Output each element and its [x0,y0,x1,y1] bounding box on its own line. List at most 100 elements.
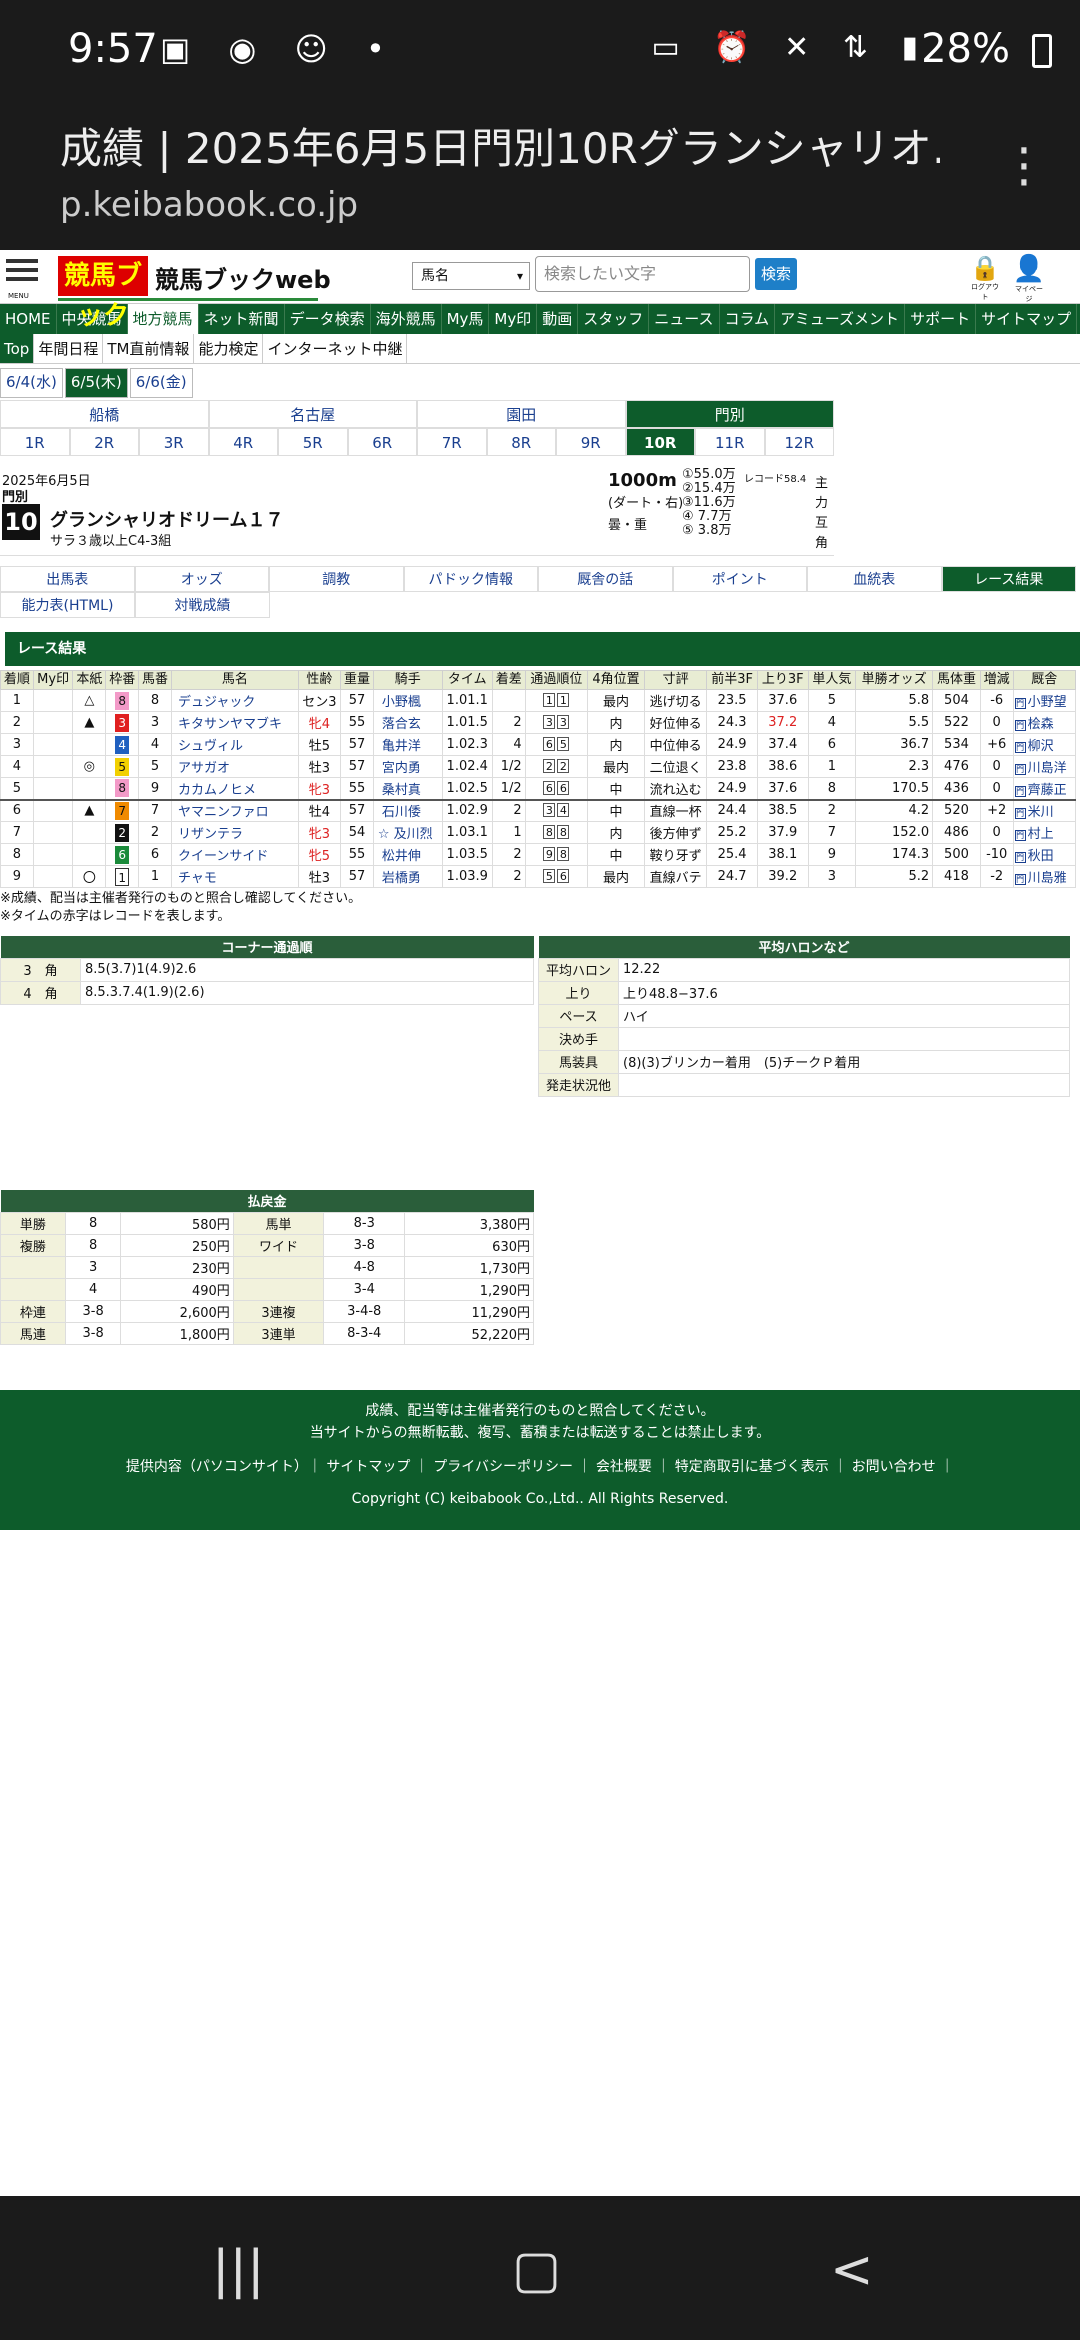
track-tab-2[interactable]: 園田 [417,400,626,428]
subnav-item-2[interactable]: TM直前情報 [103,334,195,363]
jockey-name[interactable]: 石川倭 [378,805,421,820]
footer-links[interactable]: 提供内容（パソコンサイト）｜ サイトマップ ｜ プライバシーポリシー ｜ 会社概… [0,1456,1080,1478]
trainer-name[interactable]: 齊藤正 [1028,783,1067,798]
trainer-name[interactable]: 村上 [1028,827,1054,842]
table-row[interactable]: 4 ◎ 5 5 アサガオ 牡3 57 宮内勇 1.02.4 1/2 2 2 最内 二位退く 23.8 38.6… [0,755,1077,778]
day-tab-0[interactable]: 6/4(水) [0,368,63,398]
nav-item-8[interactable]: 動画 [537,304,579,334]
subnav-item-1[interactable]: 年間日程 [34,334,104,363]
nav-item-0[interactable]: HOME [0,304,57,334]
nav-item-6[interactable]: My馬 [442,304,490,334]
race-menu-tab-2[interactable]: 調教 [269,566,404,592]
race-menu-tab-0[interactable]: 出馬表 [0,566,135,592]
track-tab-0[interactable]: 船橋 [0,400,209,428]
hamburger-menu-icon[interactable]: MENU [6,254,38,300]
jockey-name[interactable]: 小野楓 [378,695,421,710]
more-menu-icon[interactable]: · · · [1016,126,1032,208]
track-tab-3[interactable]: 門別 [625,400,834,428]
day-tab-1[interactable]: 6/5(木) [64,368,128,398]
race-tab-1[interactable]: 2R [69,428,139,456]
search-input[interactable]: 検索したい文字 [535,256,750,292]
trainer-name[interactable]: 川島洋 [1028,761,1067,776]
trainer-name[interactable]: 秋田 [1028,849,1054,864]
subnav-item-4[interactable]: インターネット中継 [263,334,408,363]
jockey-name[interactable]: 岩橋勇 [378,871,421,886]
race-tab-5[interactable]: 6R [347,428,417,456]
subnav-item-3[interactable]: 能力検定 [194,334,264,363]
race-tab-7[interactable]: 8R [486,428,556,456]
race-tab-10[interactable]: 11R [695,428,765,456]
search-type-select[interactable]: 馬名 ▾ [412,262,530,290]
jockey-name[interactable]: 落合玄 [378,717,421,732]
nav-item-12[interactable]: アミューズメント [775,304,906,334]
site-logo-text[interactable]: 競馬ブックweb [155,260,331,295]
race-tab-11[interactable]: 12R [764,428,834,456]
jockey-name[interactable]: 宮内勇 [378,761,421,776]
nav-item-7[interactable]: My印 [489,304,538,334]
jockey-name[interactable]: 桑村真 [378,783,421,798]
nav-item-13[interactable]: サポート [905,304,977,334]
table-row[interactable]: 1 △ 8 8 デュジャック セン3 57 小野楓 1.01.1 1 1 最内 逃げ切る 23.5 37.6… [0,689,1077,712]
horse-name[interactable]: カカムノヒメ [170,777,299,800]
race-menu-tab-4[interactable]: 厩舎の話 [538,566,673,592]
trainer-name[interactable]: 桧森 [1028,717,1054,732]
horse-name[interactable]: アサガオ [170,755,299,778]
horse-name[interactable]: シュヴィル [170,733,299,756]
track-tab-1[interactable]: 名古屋 [208,400,417,428]
site-logo[interactable]: 競馬ブック [58,256,148,331]
nav-item-2[interactable]: 地方競馬 [127,304,199,334]
subnav-item-0[interactable]: Top [0,334,35,363]
horse-name[interactable]: キタサンヤマブキ [170,711,299,734]
table-row[interactable]: 9 〇 1 1 チャモ 牡3 57 岩橋勇 1.03.9 2 5 6 最内 直線バテ 24.7 39.2 3 5.… [0,865,1077,888]
nav-item-9[interactable]: スタッフ [578,304,650,334]
race-menu-tab-7[interactable]: レース結果 [941,566,1076,592]
nav-item-5[interactable]: 海外競馬 [371,304,442,334]
lock-icon[interactable]: 🔒 ログアウト [970,254,1000,302]
trainer-name[interactable]: 川島雅 [1028,871,1067,886]
back-icon[interactable]: < [830,2240,874,2300]
race-tab-9[interactable]: 10R [625,428,695,456]
race-extra-tab-0[interactable]: 能力表(HTML) [0,592,135,618]
nav-item-10[interactable]: ニュース [649,304,720,334]
jockey-name[interactable]: 亀井洋 [378,739,421,754]
day-tab-2[interactable]: 6/6(金) [129,368,193,398]
race-menu-tab-5[interactable]: ポイント [672,566,807,592]
table-row[interactable]: 7 2 2 リザンテラ 牝3 54 ☆ 及川烈 1.03.1 1 8 8 内後方伸ず 25.2 37.9 7 1… [0,821,1077,844]
race-tab-8[interactable]: 9R [556,428,626,456]
horse-name[interactable]: リザンテラ [170,821,299,844]
horse-name[interactable]: クイーンサイド [170,843,299,866]
race-tab-4[interactable]: 5R [278,428,348,456]
horse-name[interactable]: チャモ [170,865,299,888]
recents-icon[interactable]: ||| [212,2240,265,2300]
race-tab-6[interactable]: 7R [417,428,487,456]
trainer-name[interactable]: 柳沢 [1028,739,1054,754]
horse-name[interactable]: ヤマニンファロ [170,798,299,822]
race-tab-3[interactable]: 4R [208,428,278,456]
race-extra-tab-1[interactable]: 対戦成績 [135,592,270,618]
nav-item-14[interactable]: サイトマップ [976,304,1078,334]
nav-item-11[interactable]: コラム [720,304,776,334]
race-tab-2[interactable]: 3R [139,428,209,456]
table-row[interactable]: 5 8 9 カカムノヒメ 牝3 55 桑村真 1.02.5 1/2 6 6 中流れ込む 24.9 37.6… [0,777,1077,800]
table-row[interactable]: 6 ▲ 7 7 ヤマニンファロ 牡4 57 石川倭 1.02.9 2 3 4 中直線一杯 24.4 38.5… [0,798,1077,822]
jockey-name[interactable]: 松井伸 [378,849,421,864]
jockey-name[interactable]: 及川烈 [390,827,433,842]
bet-type [0,1277,66,1301]
trainer-name[interactable]: 小野望 [1028,695,1067,710]
search-button[interactable]: 検索 [755,258,797,290]
table-row[interactable]: 2 ▲ 3 3 キタサンヤマブキ 牝4 55 落合玄 1.01.5 2 3 3 内好位伸る 24.3 37.… [0,711,1077,734]
race-menu-tab-1[interactable]: オッズ [134,566,269,592]
browser-bar[interactable]: 成績 | 2025年6月5日門別10Rグランシャリオ… p.keibabook.… [0,105,1080,250]
nav-item-4[interactable]: データ検索 [285,304,371,334]
trainer-name[interactable]: 米川 [1028,805,1054,820]
nav-item-3[interactable]: ネット新聞 [199,304,285,334]
race-tab-0[interactable]: 1R [0,428,70,456]
user-icon[interactable]: 👤 マイページ [1012,254,1046,304]
page-url[interactable]: p.keibabook.co.jp [60,185,358,225]
home-icon[interactable]: ▢ [512,2240,561,2300]
race-menu-tab-3[interactable]: パドック情報 [403,566,538,592]
race-menu-tab-6[interactable]: 血統表 [807,566,942,592]
table-row[interactable]: 8 6 6 クイーンサイド 牝5 55 松井伸 1.03.5 2 9 8 中鞍り牙ず 25.4 38.1 9… [0,843,1077,866]
horse-name[interactable]: デュジャック [170,689,299,712]
table-row[interactable]: 3 4 4 シュヴィル 牡5 57 亀井洋 1.02.3 4 6 5 内中位伸る 24.9 37.4 6 36… [0,733,1077,756]
